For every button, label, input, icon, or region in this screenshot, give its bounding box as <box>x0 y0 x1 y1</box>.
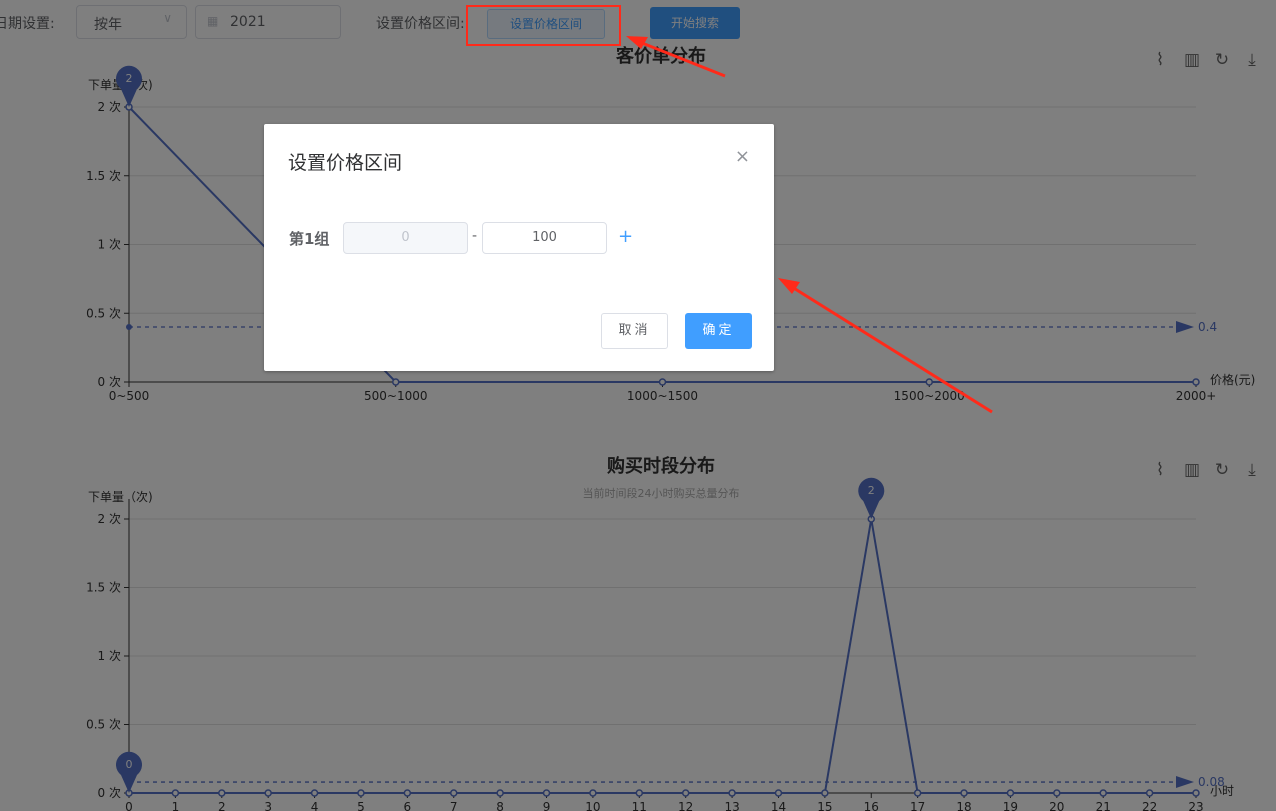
price-range-dialog: 设置价格区间 × 第1组 0 - 100 + 取消 确定 <box>264 124 774 371</box>
group-label: 第1组 <box>289 230 330 248</box>
close-icon[interactable]: × <box>735 146 750 167</box>
range-min-input[interactable]: 0 <box>343 222 468 254</box>
range-separator: - <box>472 228 478 244</box>
confirm-button[interactable]: 确定 <box>685 313 752 349</box>
dialog-title: 设置价格区间 <box>288 152 403 174</box>
add-group-icon[interactable]: + <box>618 226 633 247</box>
range-max-input[interactable]: 100 <box>482 222 607 254</box>
modal-overlay[interactable] <box>0 0 1276 811</box>
cancel-button[interactable]: 取消 <box>601 313 668 349</box>
